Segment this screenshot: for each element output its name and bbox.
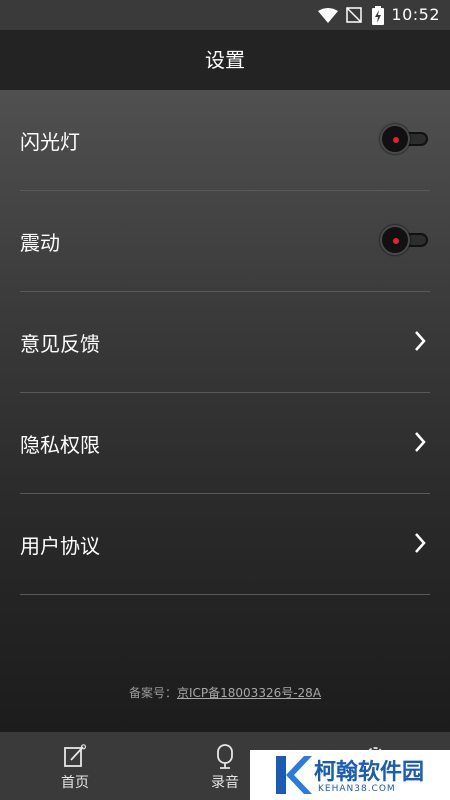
tab-home[interactable]: 首页	[0, 732, 150, 800]
watermark-url: KEHAN38.COM	[318, 784, 396, 794]
setting-row-flashlight[interactable]: 闪光灯	[20, 90, 430, 191]
watermark-name: 柯翰软件园	[314, 760, 425, 785]
icp-prefix: 备案号：	[128, 686, 177, 700]
flashlight-toggle[interactable]	[380, 124, 430, 154]
chevron-right-icon	[414, 330, 426, 356]
vibration-toggle[interactable]	[380, 225, 430, 255]
page-title: 设置	[205, 48, 245, 72]
toggle-knob	[380, 225, 410, 255]
setting-label: 用户协议	[20, 534, 100, 558]
toggle-knob	[380, 124, 410, 154]
toggle-dot	[393, 137, 399, 143]
setting-label: 意见反馈	[20, 332, 100, 356]
setting-label: 闪光灯	[20, 130, 80, 154]
app-bar: 设置	[0, 30, 450, 90]
toggle-dot	[393, 238, 399, 244]
setting-label: 隐私权限	[20, 433, 100, 457]
setting-row-vibration[interactable]: 震动	[20, 191, 430, 292]
no-signal-icon	[346, 7, 362, 27]
icp-footer: 备案号：京ICP备18003326号-28A	[0, 684, 450, 701]
setting-row-user-agreement[interactable]: 用户协议	[20, 494, 430, 595]
settings-list: 闪光灯 震动 意见反馈 隐私权限 用户协议 备案号：京ICP备18003326号…	[0, 90, 450, 732]
clock: 10:52	[391, 5, 440, 24]
icp-link[interactable]: 京ICP备18003326号-28A	[177, 686, 321, 700]
watermark-k-icon	[272, 754, 312, 800]
chevron-right-icon	[414, 431, 426, 457]
chevron-right-icon	[414, 532, 426, 558]
battery-charging-icon	[372, 6, 384, 29]
setting-label: 震动	[20, 231, 60, 255]
edit-icon	[63, 744, 87, 772]
status-bar: 10:52	[0, 0, 450, 30]
microphone-icon	[213, 744, 237, 774]
setting-row-feedback[interactable]: 意见反馈	[20, 292, 430, 393]
wifi-icon	[318, 8, 338, 28]
watermark-logo: 柯翰软件园 KEHAN38.COM	[250, 750, 450, 800]
setting-row-privacy[interactable]: 隐私权限	[20, 393, 430, 494]
tab-label: 首页	[61, 775, 89, 791]
